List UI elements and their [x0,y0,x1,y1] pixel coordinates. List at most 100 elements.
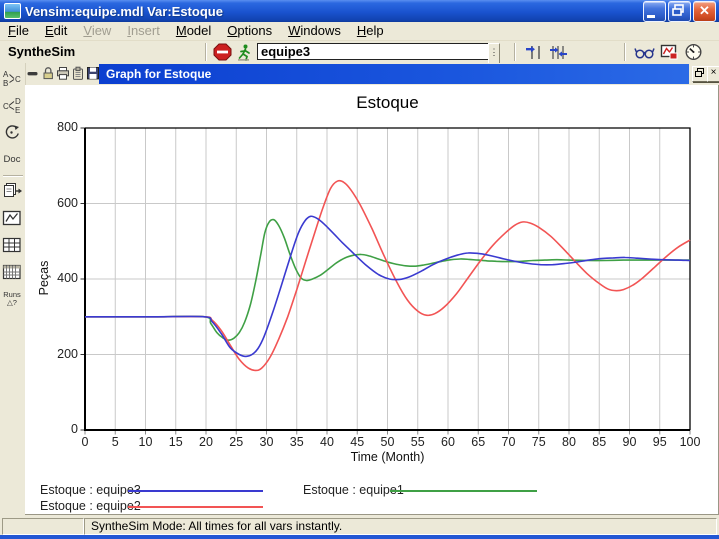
svg-text:D: D [15,97,21,106]
doc-icon: Doc [4,154,21,165]
x-tick-label: 60 [434,435,462,449]
minimize-button[interactable] [643,1,666,22]
sidebar-item-loops[interactable] [0,120,24,144]
x-tick-label: 65 [464,435,492,449]
chart-title: Estoque [85,93,690,113]
menu-item-model[interactable]: Model [168,22,219,40]
graph-window-titlebar[interactable]: Graph for Estoque [99,64,689,84]
restore-button[interactable] [668,1,691,22]
toolbar-separator [624,43,625,61]
sidebar-item-causes-tree[interactable]: ABC [0,66,24,90]
synthesim-toolbar: SyntheSim ⋮ [0,41,719,64]
workbench-variable-input[interactable] [257,43,489,60]
legend-line-equipe1 [390,490,537,492]
delete-graph-button[interactable] [26,66,40,81]
legend-label-equipe1: Estoque : equipe1 [303,483,404,497]
menu-item-windows[interactable]: Windows [280,22,349,40]
x-tick-label: 70 [495,435,523,449]
y-tick-label: 200 [40,347,78,361]
legend-label-equipe2: Estoque : equipe2 [40,499,141,513]
vensim-app-icon [4,3,21,19]
x-tick-label: 40 [313,435,341,449]
x-tick-label: 95 [646,435,674,449]
svg-text:E: E [15,106,20,114]
graph-restore-button[interactable] [692,66,708,82]
status-message: SyntheSim Mode: All times for all vars i… [84,518,717,535]
x-tick-label: 80 [555,435,583,449]
graph-tools-bar [26,66,101,81]
close-button[interactable]: ✕ [693,1,716,22]
legend-line-equipe3 [128,490,263,492]
graph-close-button[interactable]: × [707,66,719,82]
tool-sidebar: ABCCDEDocRuns△? [0,63,26,520]
sidebar-item-table[interactable] [0,233,24,257]
menu-item-help[interactable]: Help [349,22,392,40]
svg-text:C: C [15,75,21,84]
menu-item-edit[interactable]: Edit [37,22,75,40]
x-tick-label: 25 [222,435,250,449]
x-tick-label: 55 [404,435,432,449]
x-tick-label: 10 [132,435,160,449]
x-tick-label: 30 [253,435,281,449]
x-tick-label: 100 [676,435,704,449]
copy-button[interactable] [71,66,85,81]
window-titlebar: Vensim:equipe.mdl Var:Estoque ✕ [0,0,719,22]
y-tick-label: 400 [40,271,78,285]
print-button[interactable] [56,66,70,81]
variable-browse-button[interactable]: ⋮ [488,43,500,64]
window-title: Vensim:equipe.mdl Var:Estoque [25,4,223,19]
x-tick-label: 90 [616,435,644,449]
sidebar-item-output[interactable] [0,179,24,203]
menu-item-view: View [75,22,119,40]
output-screen-button[interactable] [660,43,679,61]
causes-strip-button[interactable] [634,43,653,61]
x-tick-label: 45 [343,435,371,449]
reset-all-sliders-button[interactable] [549,43,568,61]
x-tick-label: 5 [101,435,129,449]
synthesim-mode-label: SyntheSim [8,44,75,59]
svg-text:A: A [3,70,9,79]
x-tick-label: 35 [283,435,311,449]
toolbar-separator [205,43,206,61]
x-tick-label: 75 [525,435,553,449]
graph-close-icon: × [711,67,717,78]
svg-text:C: C [3,102,9,111]
sidebar-separator [3,175,23,176]
x-tick-label: 0 [71,435,99,449]
window-bottom-border [0,535,719,539]
x-tick-label: 15 [162,435,190,449]
toolbar-separator [514,43,515,61]
svg-text:B: B [3,79,8,87]
legend-line-equipe2 [128,506,263,508]
reset-slider-button[interactable] [524,43,543,61]
graph-window-titlebar-row: Graph for Estoque × [0,63,719,85]
graph-restore-icon [694,67,706,79]
close-icon: ✕ [694,2,715,21]
restore-icon [669,2,688,19]
x-tick-label: 85 [585,435,613,449]
sidebar-item-table-time[interactable] [0,260,24,284]
sidebar-item-graph[interactable] [0,206,24,230]
x-tick-label: 20 [192,435,220,449]
save-button[interactable] [86,66,100,81]
simulation-setup-button[interactable] [235,43,254,61]
x-axis-label: Time (Month) [85,450,690,464]
y-tick-label: 0 [40,422,78,436]
graph-window-title: Graph for Estoque [106,67,211,81]
runs-icon: Runs△? [3,291,21,307]
gauge-button[interactable] [684,43,703,61]
menu-item-options[interactable]: Options [219,22,280,40]
sidebar-item-document[interactable]: Doc [0,147,24,171]
y-tick-label: 800 [40,120,78,134]
minimize-icon [647,15,655,18]
lock-button[interactable] [41,66,55,81]
stop-simulation-button[interactable] [213,43,232,61]
sidebar-item-runs[interactable]: Runs△? [0,287,24,311]
menu-item-insert: Insert [119,22,168,40]
sidebar-item-uses-tree[interactable]: CDE [0,93,24,117]
menu-bar: FileEditViewInsertModelOptionsWindowsHel… [0,22,719,41]
status-cell-empty [2,518,84,535]
legend-label-equipe3: Estoque : equipe3 [40,483,141,497]
menu-item-file[interactable]: File [0,22,37,40]
y-tick-label: 600 [40,196,78,210]
